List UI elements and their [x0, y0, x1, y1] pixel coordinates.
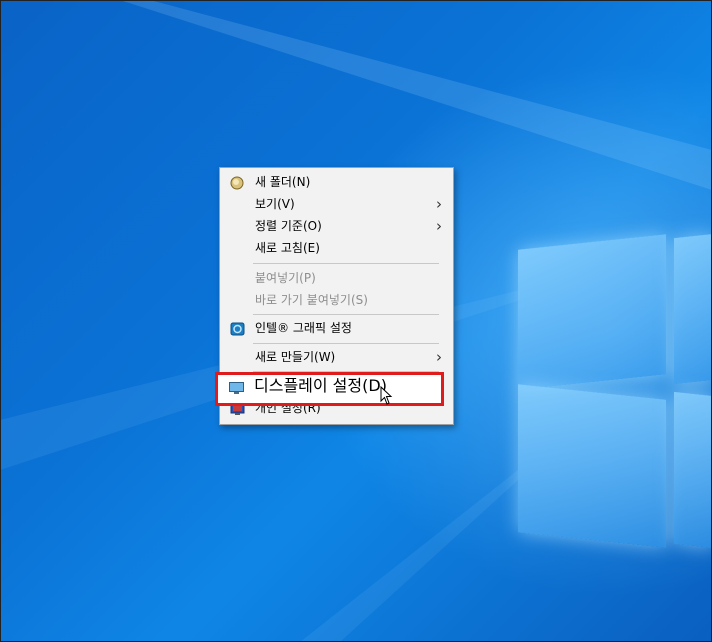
windows-logo-pane-bottom-left: [518, 384, 666, 548]
menu-item-label: 디스플레이 설정(D): [254, 376, 387, 395]
windows-logo-pane-bottom-right: [674, 391, 712, 549]
windows-logo-pane-top-left: [518, 234, 666, 390]
menu-item-display-settings[interactable]: 디스플레이 설정(D): [220, 375, 435, 397]
menu-item-refresh[interactable]: 새로 고침(E): [221, 237, 452, 259]
menu-item-label: 바로 가기 붙여넣기(S): [255, 293, 368, 307]
menu-item-view[interactable]: 보기(V) ›: [221, 193, 452, 215]
menu-item-new[interactable]: 새로 만들기(W) ›: [221, 346, 452, 368]
display-icon: [229, 379, 244, 394]
menu-item-label: 정렬 기준(O): [255, 219, 322, 233]
mouse-cursor-icon: [380, 386, 393, 405]
windows-logo-pane-top-right: [674, 233, 712, 385]
menu-item-intel-graphics[interactable]: 인텔® 그래픽 설정: [221, 317, 452, 339]
menu-item-label: 새로 만들기(W): [255, 350, 336, 364]
menu-item-paste: 붙여넣기(P): [221, 267, 452, 289]
menu-item-label: 보기(V): [255, 197, 295, 211]
submenu-arrow-icon: ›: [436, 195, 442, 213]
menu-item-label: 인텔® 그래픽 설정: [255, 321, 352, 335]
menu-separator: [253, 263, 439, 264]
new-folder-icon: [230, 175, 245, 190]
intel-graphics-icon: [230, 321, 245, 336]
menu-item-sort-by[interactable]: 정렬 기준(O) ›: [221, 215, 452, 237]
menu-item-label: 붙여넣기(P): [255, 271, 316, 285]
submenu-arrow-icon: ›: [436, 217, 442, 235]
menu-separator: [253, 343, 439, 344]
menu-separator: [253, 314, 439, 315]
menu-item-label: 새로 고침(E): [255, 241, 320, 255]
menu-item-new-folder[interactable]: 새 폴더(N): [221, 171, 452, 193]
menu-item-paste-shortcut: 바로 가기 붙여넣기(S): [221, 289, 452, 311]
submenu-arrow-icon: ›: [436, 348, 442, 366]
menu-item-label: 새 폴더(N): [255, 175, 311, 189]
